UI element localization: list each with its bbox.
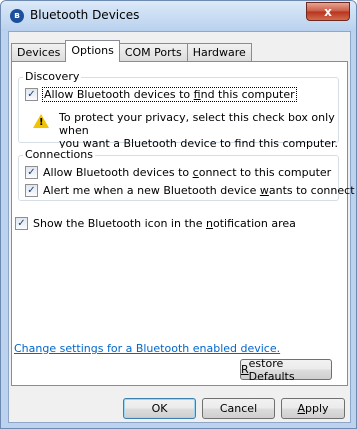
alert-new-checkbox[interactable]: ✓ [25,184,38,197]
options-tab-panel: Discovery ✓ Allow Bluetooth devices to f… [11,61,355,386]
ok-button[interactable]: OK [123,398,196,419]
close-icon: x [324,4,332,19]
title-bar[interactable]: ʙ Bluetooth Devices x [1,1,356,31]
privacy-warning-text: To protect your privacy, select this che… [59,111,338,150]
checkmark-icon: ✓ [27,184,36,196]
checkmark-icon: ✓ [27,88,36,100]
show-icon-checkbox[interactable]: ✓ [15,217,28,230]
privacy-warning-line-2: you want a Bluetooth device to find this… [59,137,339,150]
discovery-group: Discovery ✓ Allow Bluetooth devices to f… [18,70,339,150]
connections-group: Connections ✓ Allow Bluetooth devices to… [18,148,355,201]
bluetooth-devices-window: ʙ Bluetooth Devices x Devices Options CO… [0,0,357,429]
dialog-client-area: Devices Options COM Ports Hardware Disco… [8,31,355,423]
allow-find-label: Allow Bluetooth devices to find this com… [42,87,297,102]
tab-devices[interactable]: Devices [11,43,67,62]
alert-new-checkbox-row[interactable]: ✓ Alert me when a new Bluetooth device w… [25,184,355,197]
allow-find-checkbox[interactable]: ✓ [25,88,38,101]
restore-defaults-button[interactable]: Restore Defaults [240,357,332,383]
allow-connect-checkbox[interactable]: ✓ [25,166,38,179]
cancel-button[interactable]: Cancel [202,398,275,419]
tab-com-ports[interactable]: COM Ports [118,43,188,62]
show-icon-checkbox-row[interactable]: ✓ Show the Bluetooth icon in the notific… [15,217,296,230]
privacy-warning-line-1: To protect your privacy, select this che… [59,111,335,137]
bluetooth-icon: ʙ [10,9,24,23]
allow-connect-checkbox-row[interactable]: ✓ Allow Bluetooth devices to connect to … [25,166,331,179]
checkmark-icon: ✓ [17,217,26,229]
apply-button[interactable]: Apply [281,398,345,419]
tab-options[interactable]: Options [65,40,120,62]
change-settings-link[interactable]: Change settings for a Bluetooth enabled … [14,342,280,355]
tab-strip: Devices Options COM Ports Hardware [11,40,252,62]
tab-hardware[interactable]: Hardware [186,43,252,62]
allow-connect-label: Allow Bluetooth devices to connect to th… [43,166,332,179]
discovery-legend: Discovery [23,70,82,83]
close-button[interactable]: x [306,2,350,21]
connections-legend: Connections [23,148,95,161]
show-icon-label: Show the Bluetooth icon in the notificat… [33,217,296,230]
checkmark-icon: ✓ [27,166,36,178]
alert-new-label: Alert me when a new Bluetooth device wan… [43,184,355,197]
allow-find-checkbox-row[interactable]: ✓ Allow Bluetooth devices to find this c… [25,87,297,102]
warning-icon: ! [33,114,49,128]
window-title: Bluetooth Devices [30,8,140,22]
